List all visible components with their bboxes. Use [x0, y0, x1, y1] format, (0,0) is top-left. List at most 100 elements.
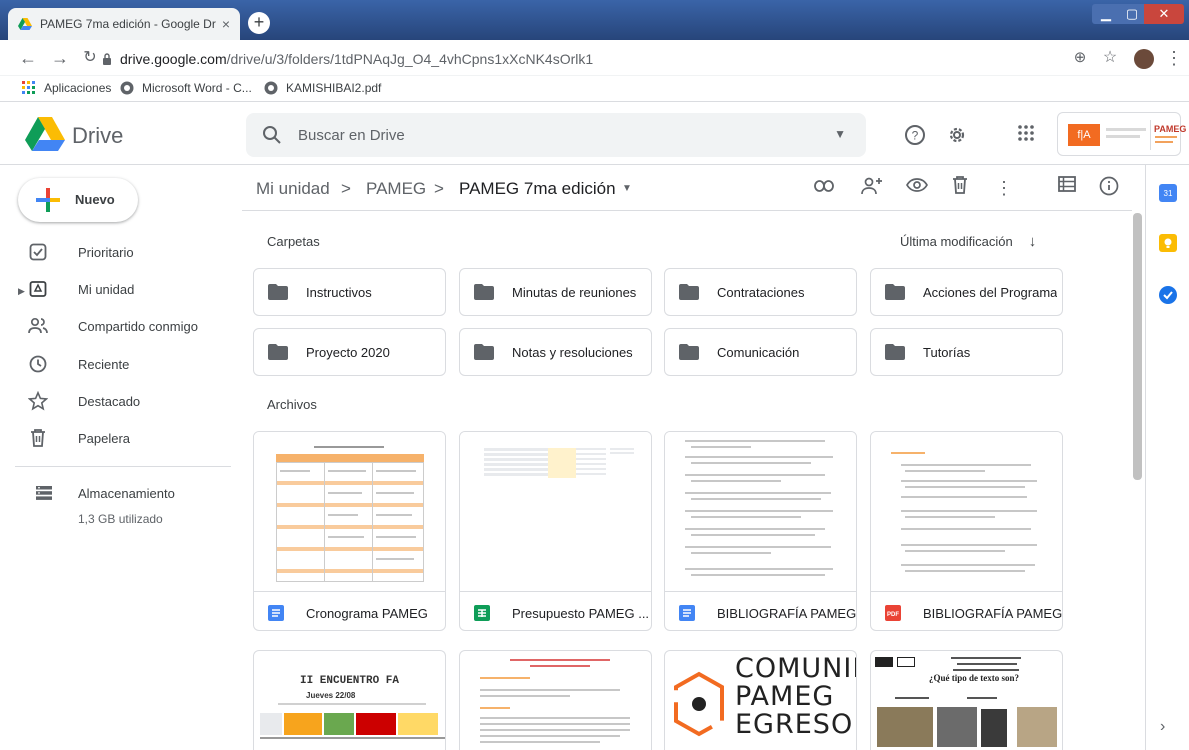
apps-grid-icon	[22, 81, 36, 95]
sidebar-item-shared[interactable]: Compartido conmigo	[0, 310, 230, 342]
new-button-label: Nuevo	[75, 192, 115, 207]
folder-item[interactable]: Notas y resoluciones	[459, 328, 652, 376]
search-box[interactable]: ▼	[246, 113, 866, 157]
folder-icon	[679, 344, 699, 360]
file-thumbnail	[460, 432, 651, 592]
clock-icon	[28, 354, 48, 374]
breadcrumb-separator: >	[434, 179, 444, 198]
file-card[interactable]: II ENCUENTRO FA Jueves 22/08	[253, 650, 446, 750]
sidebar-item-my-drive[interactable]: Mi unidad	[0, 273, 230, 305]
file-card[interactable]: PDF BIBLIOGRAFÍA PAMEG	[870, 431, 1063, 631]
minimize-button[interactable]: ▁	[1092, 4, 1120, 24]
breadcrumb-separator: >	[341, 179, 351, 198]
new-button[interactable]: Nuevo	[18, 178, 138, 222]
profile-avatar[interactable]	[1134, 49, 1154, 69]
chrome-menu-icon[interactable]: ⋮	[1162, 46, 1186, 70]
google-sheet-icon	[474, 605, 490, 621]
tab-close-icon[interactable]: ×	[222, 16, 230, 32]
storage-used: 1,3 GB utilizado	[78, 512, 163, 526]
main-scrollbar[interactable]	[1133, 213, 1142, 480]
folder-item[interactable]: Contrataciones	[664, 268, 857, 316]
file-card[interactable]: ¿Qué tipo de texto son?	[870, 650, 1063, 750]
file-thumbnail	[871, 432, 1062, 592]
sort-by-button[interactable]: Última modificación ↓	[900, 233, 1036, 250]
file-card[interactable]: BIBLIOGRAFÍA PAMEG	[664, 431, 857, 631]
help-icon[interactable]: ?	[903, 124, 927, 148]
people-icon	[28, 316, 48, 336]
bookmark-star-icon[interactable]: ☆	[1098, 46, 1122, 70]
org-badge-label: PAMEG	[1154, 124, 1187, 134]
folder-item[interactable]: Acciones del Programa	[870, 268, 1063, 316]
drive-favicon-icon	[18, 18, 32, 30]
files-heading: Archivos	[267, 397, 317, 412]
side-panel	[1145, 165, 1189, 750]
expand-panel-chevron-icon[interactable]: ›	[1160, 718, 1165, 736]
more-vert-icon[interactable]: ⋮	[992, 176, 1016, 200]
add-person-icon[interactable]	[860, 176, 884, 200]
file-card[interactable]	[459, 650, 652, 750]
maximize-button[interactable]: ▢	[1120, 4, 1144, 24]
faculty-logo-icon: f|A	[1068, 124, 1100, 146]
folder-item[interactable]: Comunicación	[664, 328, 857, 376]
calendar-icon[interactable]: 31	[1159, 184, 1177, 202]
file-card[interactable]: Presupuesto PAMEG ...	[459, 431, 652, 631]
url-path: /drive/u/3/folders/1tdPNAqJg_O4_4vhCpns1…	[226, 51, 594, 67]
google-doc-icon	[268, 605, 284, 621]
settings-gear-icon[interactable]	[945, 124, 969, 148]
trash-icon[interactable]	[948, 176, 972, 200]
new-tab-button[interactable]: +	[248, 12, 270, 34]
sidebar-item-starred[interactable]: Destacado	[0, 385, 230, 417]
sidebar-item-trash[interactable]: Papelera	[0, 422, 230, 454]
bookmark-kamishibai[interactable]: KAMISHIBAI2.pdf	[264, 81, 381, 95]
forward-icon[interactable]: →	[48, 46, 72, 70]
back-icon[interactable]: ←	[16, 46, 40, 70]
browser-tab[interactable]: PAMEG 7ma edición - Google Dr ×	[8, 8, 240, 40]
folder-icon	[679, 284, 699, 300]
info-icon[interactable]	[1097, 176, 1121, 200]
tasks-icon[interactable]	[1159, 286, 1177, 304]
folder-icon	[474, 344, 494, 360]
drive-brand[interactable]: Drive	[72, 123, 123, 149]
search-icon[interactable]	[262, 125, 282, 145]
sidebar-item-priority[interactable]: Prioritario	[0, 236, 230, 268]
bookmark-word[interactable]: Microsoft Word - C...	[120, 81, 252, 95]
reload-icon[interactable]: ↻	[78, 46, 102, 70]
folder-item[interactable]: Tutorías	[870, 328, 1063, 376]
folder-item[interactable]: Instructivos	[253, 268, 446, 316]
file-thumbnail	[254, 432, 445, 592]
address-bar[interactable]: drive.google.com/drive/u/3/folders/1tdPN…	[120, 51, 593, 67]
url-host: drive.google.com	[120, 51, 227, 67]
folder-icon	[885, 344, 905, 360]
storage-label[interactable]: Almacenamiento	[78, 486, 175, 501]
breadcrumb-pameg[interactable]: PAMEG	[366, 179, 426, 199]
file-card[interactable]: COMUNIDA PAMEG EGRESO	[664, 650, 857, 750]
preview-eye-icon[interactable]	[905, 176, 929, 200]
search-options-icon[interactable]: ▼	[834, 127, 846, 141]
folder-icon	[474, 284, 494, 300]
install-icon[interactable]: ⊕	[1068, 46, 1092, 70]
bookmark-apps[interactable]: Aplicaciones	[22, 81, 111, 95]
drive-logo-icon[interactable]	[25, 117, 65, 151]
google-apps-icon[interactable]	[1014, 124, 1038, 148]
drive-icon	[28, 279, 48, 299]
preview-comunidad-line: PAMEG	[735, 681, 835, 712]
organization-badge[interactable]: f|A PAMEG	[1057, 112, 1186, 156]
preview-date: Jueves 22/08	[306, 691, 356, 700]
file-card[interactable]: Cronograma PAMEG	[253, 431, 446, 631]
folder-item[interactable]: Proyecto 2020	[253, 328, 446, 376]
svg-text:PDF: PDF	[887, 612, 899, 618]
sidebar-divider	[15, 466, 231, 467]
sort-direction-arrow-icon[interactable]: ↓	[1029, 233, 1037, 250]
plus-icon	[36, 188, 60, 212]
file-thumbnail	[665, 432, 856, 592]
sidebar-item-recent[interactable]: Reciente	[0, 348, 230, 380]
search-input[interactable]	[298, 123, 818, 147]
link-icon[interactable]	[812, 176, 836, 200]
keep-icon[interactable]	[1159, 234, 1177, 252]
breadcrumb-my-drive[interactable]: Mi unidad	[256, 179, 330, 199]
folder-menu-caret-icon[interactable]: ▼	[622, 183, 632, 194]
breadcrumb-current-folder[interactable]: PAMEG 7ma edición	[459, 179, 616, 199]
close-window-button[interactable]: ✕	[1144, 4, 1184, 24]
list-view-icon[interactable]	[1055, 176, 1079, 200]
folder-item[interactable]: Minutas de reuniones	[459, 268, 652, 316]
